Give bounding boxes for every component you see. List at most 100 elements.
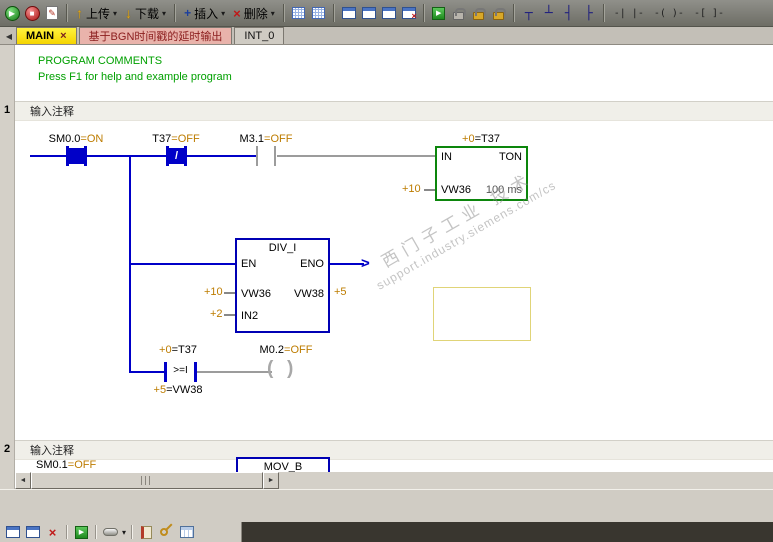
- timer-operand-label[interactable]: +0=T37: [449, 133, 513, 145]
- run-mode-icon: ▶: [432, 6, 446, 20]
- contact-tool[interactable]: -| |-: [610, 4, 648, 22]
- div-out-operand[interactable]: VW38: [294, 288, 324, 300]
- contact-sm00[interactable]: [84, 146, 87, 166]
- run-icon: ▶: [75, 525, 88, 539]
- contact-sm00-label[interactable]: SM0.0=ON: [44, 133, 108, 145]
- line-right-tool[interactable]: ├: [580, 4, 598, 22]
- ladder-editor[interactable]: PROGRAM COMMENTS Press F1 for help and e…: [0, 45, 773, 472]
- line-up-tool[interactable]: ┴: [540, 4, 558, 22]
- symbol-table-button[interactable]: [290, 4, 308, 22]
- coil-m02-label[interactable]: M0.2=OFF: [252, 344, 320, 356]
- grid-icon: [292, 7, 306, 19]
- div-in1-pin: [224, 292, 235, 294]
- contact-m31-label[interactable]: M3.1=OFF: [234, 133, 298, 145]
- network1-comment[interactable]: 输入注释: [30, 103, 74, 119]
- tab-int0[interactable]: INT_0: [234, 27, 285, 44]
- coil-tool[interactable]: -( )-: [650, 4, 688, 22]
- window-cascade-button[interactable]: [360, 4, 378, 22]
- close-button[interactable]: ×: [44, 524, 61, 540]
- tab-close-icon[interactable]: ×: [60, 30, 66, 42]
- delete-dropdown-icon[interactable]: ▾: [271, 9, 275, 18]
- contact-t37-slash[interactable]: /: [169, 148, 184, 164]
- stop-button[interactable]: ■: [23, 4, 41, 22]
- tab-main[interactable]: MAIN ×: [16, 27, 77, 44]
- microwin-smart-window: ▶ ■ ✎ ↑ 上传 ▾ ↓ 下载 ▾ + 插入 ▾ × 删除 ▾ × ▶ ┬ …: [0, 0, 773, 542]
- compare-bottom-operand-label[interactable]: +5=VW38: [146, 384, 210, 396]
- insert-dropdown-icon[interactable]: ▾: [221, 9, 225, 18]
- wire-segment: [30, 155, 66, 157]
- table-button[interactable]: [178, 524, 195, 540]
- mov-b-box[interactable]: MOV_B: [236, 457, 330, 472]
- print-preview-button[interactable]: [24, 524, 41, 540]
- thumb-grip-icon: [141, 476, 153, 485]
- view-mode-dropdown-icon[interactable]: ▾: [122, 528, 126, 537]
- line-down-tool[interactable]: ┬: [520, 4, 538, 22]
- edit-mode-button[interactable]: ✎: [43, 4, 61, 22]
- delete-button[interactable]: × 删除 ▾: [230, 4, 278, 23]
- timer-base-label: 100 ms: [485, 184, 522, 196]
- tab-scroll-left-button[interactable]: ◀: [2, 28, 16, 44]
- insert-button[interactable]: + 插入 ▾: [181, 4, 228, 23]
- timer-pt-operand[interactable]: VW36: [441, 184, 471, 196]
- tab-bgn-delay-output[interactable]: 基于BGN时间戳的延时输出: [78, 27, 233, 44]
- contact-m31[interactable]: [274, 146, 276, 166]
- run-icon: ▶: [4, 5, 20, 21]
- upload-button[interactable]: ↑ 上传 ▾: [73, 4, 120, 23]
- window-close-button[interactable]: ×: [400, 4, 418, 22]
- ton-timer-box[interactable]: IN TON VW36 100 ms: [435, 146, 528, 201]
- contact-t37-negated[interactable]: [184, 146, 187, 166]
- timer-type-label: TON: [498, 151, 522, 163]
- line-left-tool[interactable]: ┤: [560, 4, 578, 22]
- key-button[interactable]: [158, 524, 175, 540]
- lock-add-button[interactable]: [490, 4, 508, 22]
- run-mode-indicator-button[interactable]: ▶: [430, 4, 448, 22]
- network2-comment[interactable]: 输入注释: [30, 442, 74, 458]
- timer-in-pin-label: IN: [441, 151, 452, 163]
- print-button[interactable]: [4, 524, 21, 540]
- view-mode-button[interactable]: [102, 524, 119, 540]
- status-chart-button[interactable]: [310, 4, 328, 22]
- timer-pt-status-value: +10: [402, 183, 421, 195]
- download-arrow-icon: ↓: [125, 5, 133, 21]
- upload-dropdown-icon[interactable]: ▾: [113, 9, 117, 18]
- lock-gold-button[interactable]: [470, 4, 488, 22]
- delete-icon: ×: [233, 5, 241, 21]
- wire-segment-unpowered: [197, 371, 272, 373]
- run-button[interactable]: ▶: [3, 4, 21, 22]
- close-x-icon: ×: [411, 11, 417, 21]
- box-tool[interactable]: -[ ]-: [690, 4, 728, 22]
- download-dropdown-icon[interactable]: ▾: [162, 9, 166, 18]
- coil-left-paren[interactable]: (: [267, 358, 273, 380]
- stop-icon: ■: [24, 5, 40, 21]
- contact-sm00-powerfill[interactable]: [69, 148, 84, 164]
- contact-t37-label[interactable]: T37=OFF: [144, 133, 208, 145]
- delete-label: 删除: [243, 6, 268, 21]
- toolbar-separator: [95, 525, 97, 539]
- div-i-box[interactable]: DIV_I EN ENO VW36 VW38 IN2: [235, 238, 330, 333]
- lock-add-icon: [493, 7, 507, 20]
- toolbar-separator: [66, 4, 68, 22]
- div-in1-status-value: +10: [204, 286, 223, 298]
- tab-bar: ◀ MAIN × 基于BGN时间戳的延时输出 INT_0: [0, 27, 773, 45]
- scrollbar-thumb[interactable]: [31, 472, 263, 489]
- bottom-band: [0, 489, 773, 522]
- compare-operator[interactable]: >=I: [164, 365, 197, 376]
- scroll-right-button[interactable]: ►: [263, 472, 279, 489]
- run-program-button[interactable]: ▶: [73, 524, 90, 540]
- notebook-button[interactable]: [138, 524, 155, 540]
- download-button[interactable]: ↓ 下载 ▾: [122, 4, 169, 23]
- div-in1-operand[interactable]: VW36: [241, 288, 271, 300]
- compare-top-operand-label[interactable]: +0=T37: [146, 344, 210, 356]
- window-tile-button[interactable]: [380, 4, 398, 22]
- contact-sm01-label[interactable]: SM0.1=OFF: [36, 459, 96, 471]
- lock-gold-icon: [473, 7, 487, 20]
- insert-icon: +: [184, 6, 192, 20]
- upload-label: 上传: [86, 6, 111, 21]
- coil-right-paren[interactable]: ): [287, 358, 293, 380]
- contact-m31[interactable]: [256, 146, 258, 166]
- empty-cell-selection-box[interactable]: [433, 287, 531, 341]
- lock-button[interactable]: [450, 4, 468, 22]
- scroll-left-button[interactable]: ◄: [15, 472, 31, 489]
- window-button[interactable]: [340, 4, 358, 22]
- key-icon: [158, 526, 170, 538]
